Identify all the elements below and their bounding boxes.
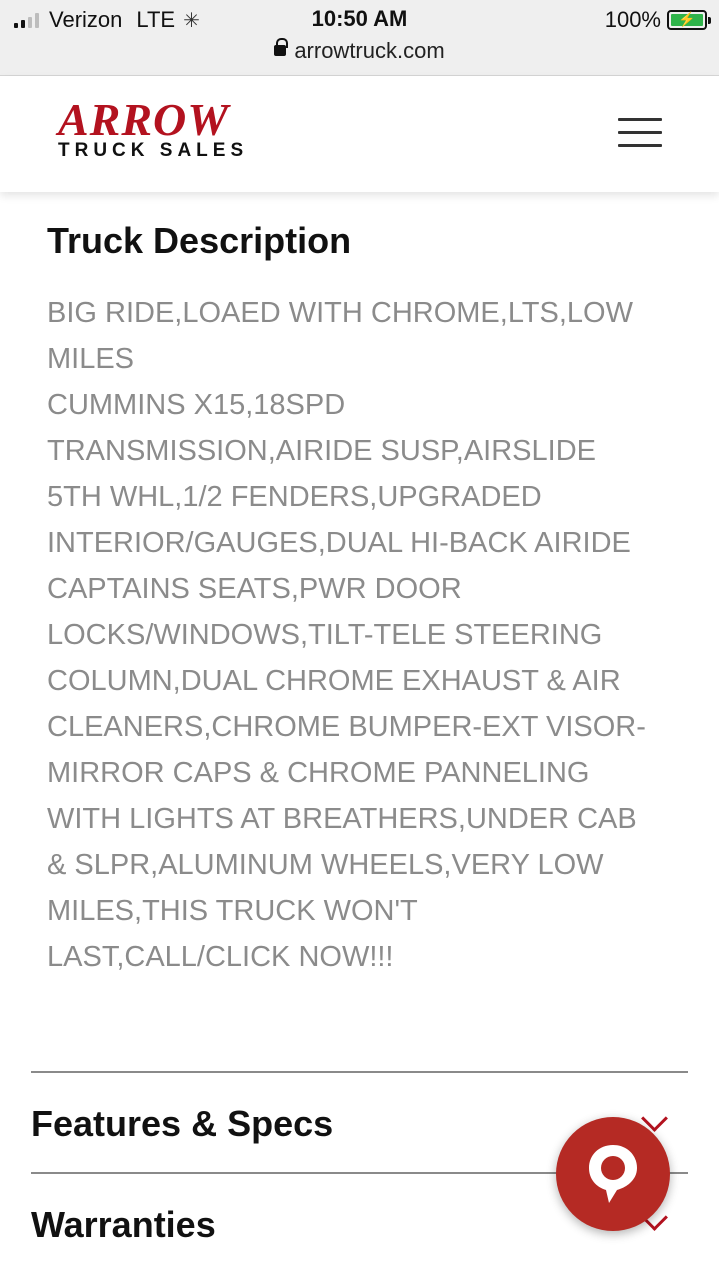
truck-description-heading: Truck Description <box>47 220 352 261</box>
logo-subtitle: TRUCK SALES <box>58 140 249 161</box>
status-bar: Verizon LTE ✳ 10:50 AM 100% ⚡ arrowtruck… <box>0 0 719 76</box>
logo-wordmark: ARROW <box>58 94 230 145</box>
status-right: 100% ⚡ <box>604 6 711 34</box>
battery-percent: 100% <box>604 7 661 32</box>
arrow-truck-sales-logo[interactable]: ARROW TRUCK SALES <box>58 94 249 162</box>
accordion-label: Warranties <box>31 1204 216 1245</box>
address-bar[interactable]: arrowtruck.com <box>0 38 719 64</box>
url-text: arrowtruck.com <box>294 38 445 63</box>
accordion-label: Features & Specs <box>31 1103 334 1144</box>
chat-bubble-icon <box>589 1145 637 1203</box>
hamburger-menu-icon[interactable] <box>618 118 662 148</box>
chat-button[interactable] <box>556 1117 670 1231</box>
lock-icon <box>274 38 289 58</box>
battery-charging-icon: ⚡ <box>667 10 711 30</box>
site-header: ARROW TRUCK SALES <box>0 76 719 192</box>
truck-description-text: BIG RIDE,LOAED WITH CHROME,LTS,LOW MILES… <box>47 297 646 973</box>
